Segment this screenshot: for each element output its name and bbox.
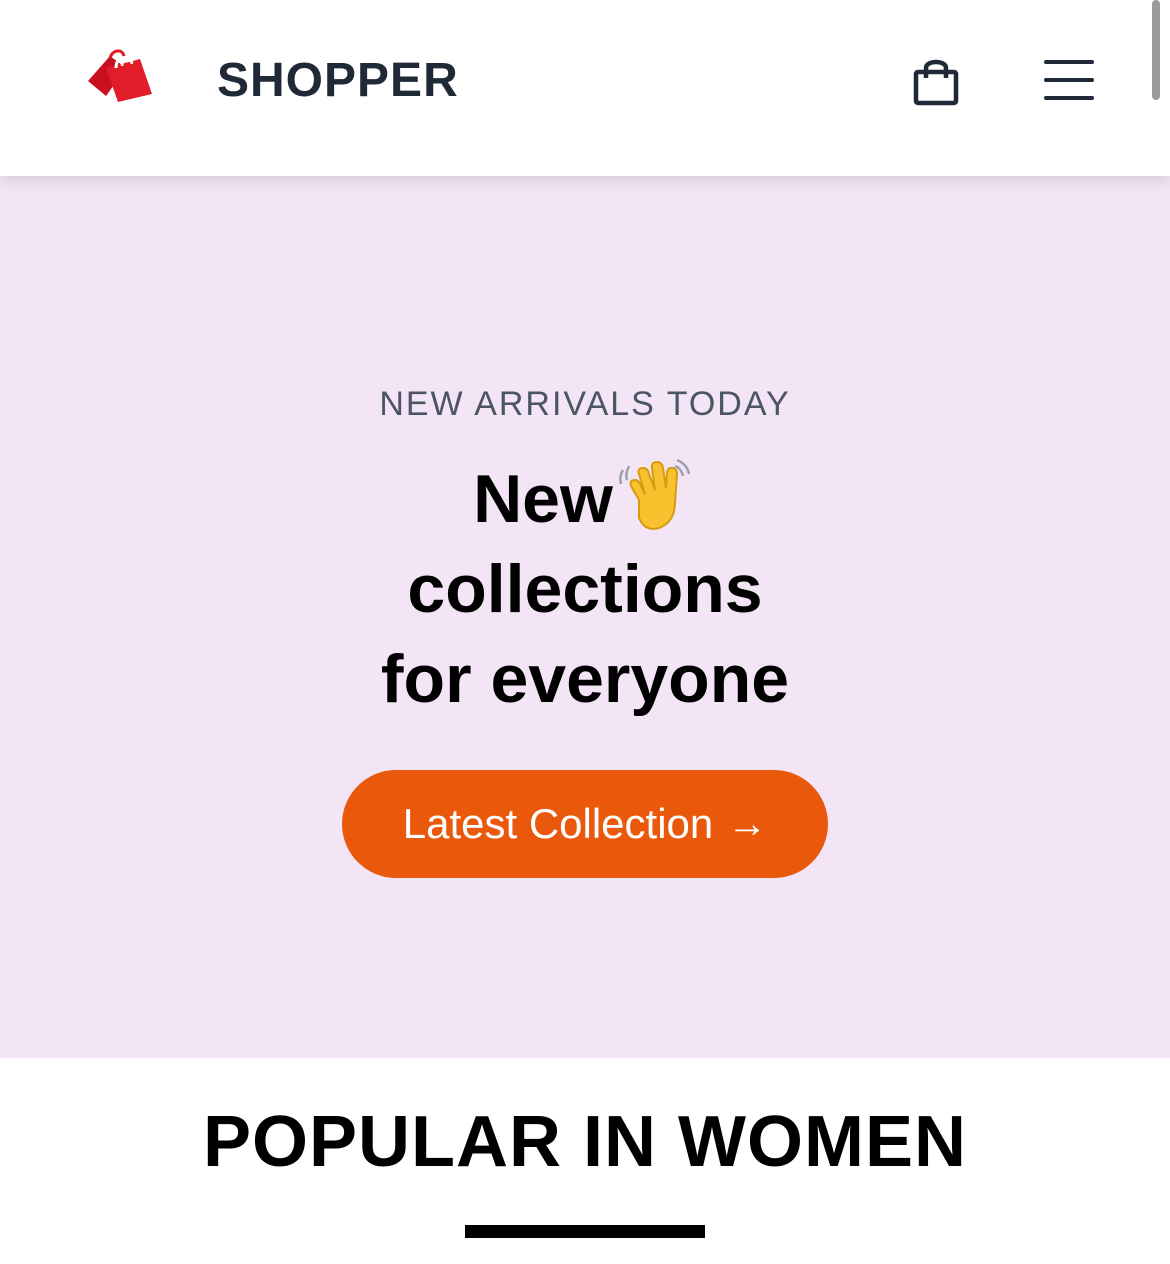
arrow-right-icon: → bbox=[727, 802, 768, 846]
hero-title-line-2: collections bbox=[407, 551, 763, 627]
hero-title: New collections for everyone bbox=[0, 454, 1170, 724]
shopping-bag-logo-icon[interactable] bbox=[84, 44, 156, 106]
hamburger-line-icon bbox=[1044, 96, 1094, 100]
site-header: SHOPPER bbox=[0, 0, 1170, 176]
hero-banner: NEW ARRIVALS TODAY New collections for e… bbox=[0, 176, 1170, 1058]
hero-title-line-3: for everyone bbox=[380, 641, 790, 717]
hero-title-word: New bbox=[473, 461, 613, 537]
hamburger-line-icon bbox=[1044, 78, 1094, 82]
brand-name[interactable]: SHOPPER bbox=[217, 52, 459, 110]
hamburger-line-icon bbox=[1044, 60, 1094, 64]
menu-button[interactable] bbox=[1040, 56, 1098, 104]
page: SHOPPER NEW ARRIVALS TODAY New collectio… bbox=[0, 0, 1170, 1264]
hero-kicker: NEW ARRIVALS TODAY bbox=[379, 385, 791, 423]
shopping-bag-icon bbox=[913, 59, 959, 106]
popular-in-women-title: POPULAR IN WOMEN bbox=[203, 1102, 967, 1182]
hero-title-line-1: New bbox=[0, 454, 1170, 544]
section-underline bbox=[465, 1225, 705, 1238]
scrollbar[interactable] bbox=[1152, 0, 1160, 100]
cart-button[interactable] bbox=[906, 50, 966, 110]
latest-collection-button[interactable]: Latest Collection → bbox=[342, 770, 828, 878]
waving-hand-icon bbox=[617, 456, 697, 534]
cta-label: Latest Collection bbox=[402, 800, 714, 847]
